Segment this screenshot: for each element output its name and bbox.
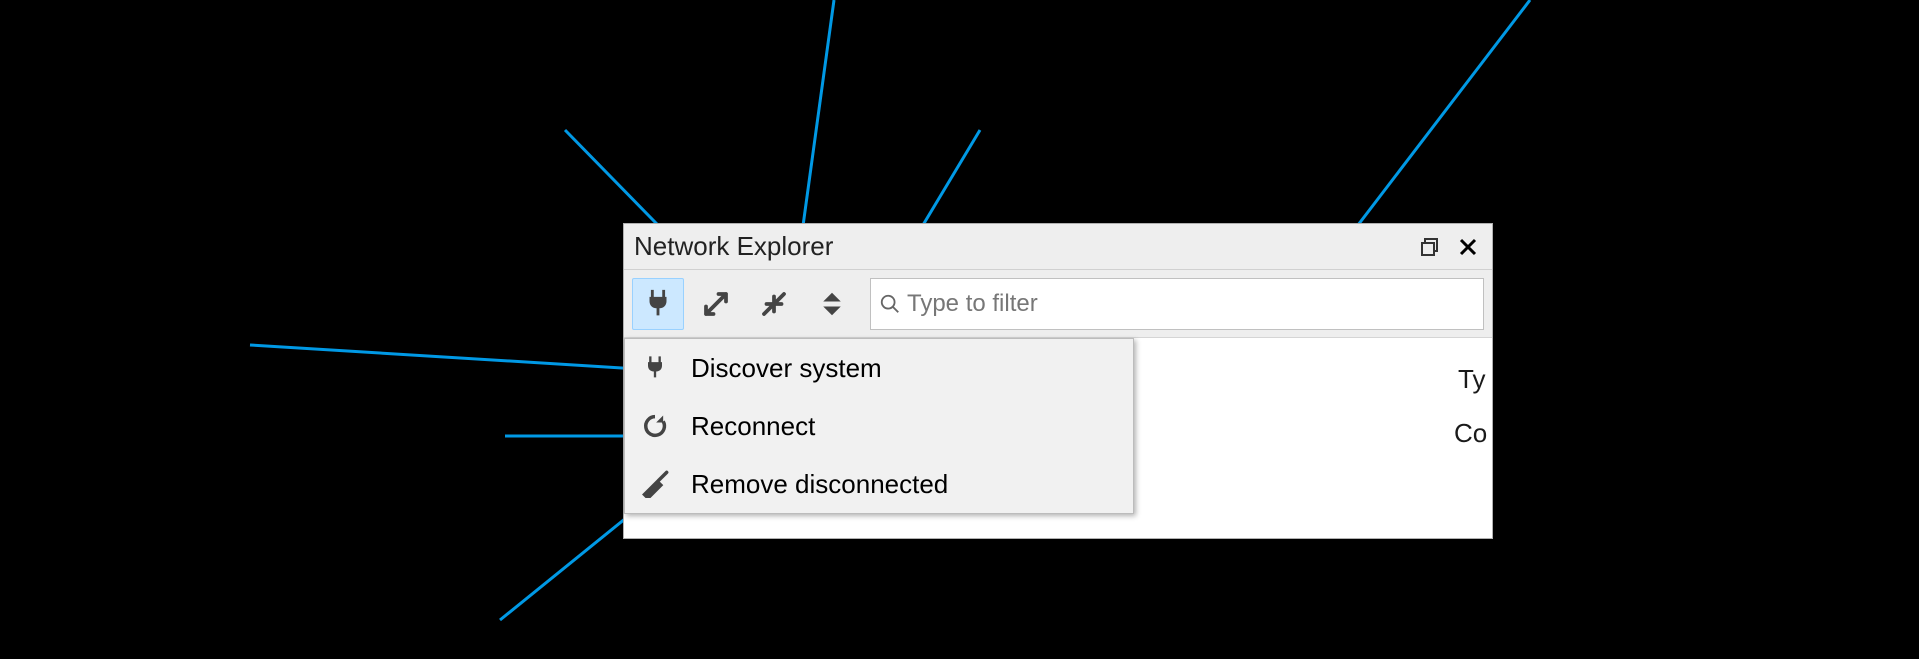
close-window-button[interactable] [1454, 233, 1482, 261]
menu-item-label: Discover system [691, 353, 1119, 384]
search-icon [879, 293, 901, 315]
filter-search-box[interactable] [870, 278, 1484, 330]
discover-dropdown-menu: Discover system Reconnect Remove disc [624, 338, 1134, 514]
menu-item-label: Reconnect [691, 411, 1119, 442]
restore-window-button[interactable] [1416, 233, 1444, 261]
menu-item-reconnect[interactable]: Reconnect [625, 397, 1133, 455]
collapse-icon [759, 289, 789, 319]
sort-button[interactable] [806, 278, 858, 330]
sort-icon [817, 289, 847, 319]
panel-title-bar: Network Explorer [624, 224, 1492, 270]
restore-icon [1420, 237, 1440, 257]
close-icon [1458, 237, 1478, 257]
menu-item-discover-system[interactable]: Discover system [625, 339, 1133, 397]
menu-item-remove-disconnected[interactable]: Remove disconnected [625, 455, 1133, 513]
collapse-all-button[interactable] [748, 278, 800, 330]
column-header-type[interactable]: Ty [1458, 364, 1492, 395]
broom-icon [639, 470, 671, 498]
refresh-icon [639, 412, 671, 440]
filter-input[interactable] [907, 290, 1475, 318]
network-explorer-panel: Network Explorer [623, 223, 1493, 539]
toolbar [624, 270, 1492, 338]
content-area: Ty Co Discover system Reconnect [624, 338, 1492, 538]
plug-icon [641, 287, 675, 321]
menu-item-label: Remove disconnected [691, 469, 1119, 500]
discover-dropdown-button[interactable] [632, 278, 684, 330]
plug-icon [639, 354, 671, 382]
column-cell: Co [1454, 418, 1492, 449]
expand-icon [701, 289, 731, 319]
panel-title: Network Explorer [634, 231, 1416, 262]
expand-all-button[interactable] [690, 278, 742, 330]
